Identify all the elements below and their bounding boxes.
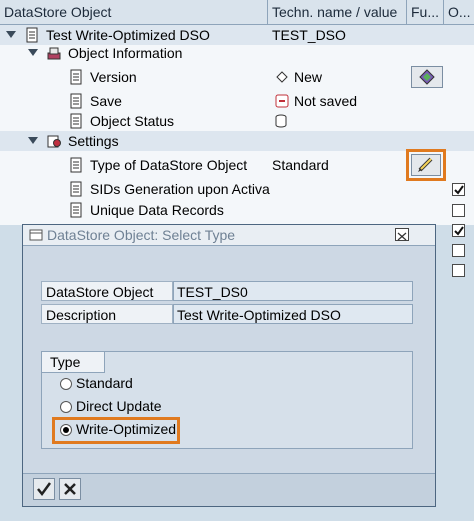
dialog-title: DataStore Object: Select Type (47, 227, 236, 243)
close-icon[interactable] (395, 228, 409, 241)
column-header-bar: DataStore Object Techn. name / value Fu.… (0, 0, 474, 25)
version-label: Version (90, 69, 137, 85)
document-icon (68, 157, 84, 173)
document-icon (68, 69, 84, 85)
column-header-o[interactable]: O... (444, 0, 474, 24)
tree-row-sids[interactable]: SIDs Generation upon Activati (0, 179, 474, 199)
object-tree: Test Write-Optimized DSO TEST_DSO Object… (0, 25, 474, 225)
dialog-window-icon (29, 228, 43, 245)
tree-row-type[interactable]: Type of DataStore Object Standard (0, 155, 474, 175)
tree-row-unique[interactable]: Unique Data Records (0, 200, 474, 220)
object-information-label: Object Information (68, 45, 183, 61)
dialog-title-bar: DataStore Object: Select Type (23, 225, 435, 246)
document-icon (68, 181, 84, 197)
checkbox-row-5[interactable] (452, 264, 465, 277)
confirm-button[interactable] (33, 478, 55, 500)
version-value: New (294, 69, 323, 85)
column-header-datastore-object[interactable]: DataStore Object (0, 0, 268, 24)
tree-row-save[interactable]: Save Not saved (0, 91, 474, 111)
radio-write-optimized-label[interactable]: Write-Optimized (76, 421, 176, 437)
dialog-footer (23, 473, 435, 506)
not-saved-icon (274, 93, 290, 109)
document-icon (68, 202, 84, 218)
cancel-x-icon (64, 483, 76, 495)
document-icon (24, 27, 40, 43)
object-field-label: DataStore Object (41, 281, 173, 301)
type-label: Type of DataStore Object (90, 157, 248, 173)
document-icon (68, 113, 84, 129)
object-info-icon (46, 45, 62, 61)
unique-label: Unique Data Records (90, 202, 224, 218)
diamond-icon (274, 69, 290, 85)
checkmark-icon (37, 482, 52, 497)
column-header-fu[interactable]: Fu... (407, 0, 444, 24)
select-type-dialog: DataStore Object: Select Type DataStore … (22, 224, 436, 507)
database-icon (273, 113, 289, 129)
settings-icon (46, 133, 62, 149)
radio-direct-update-label[interactable]: Direct Update (76, 398, 162, 414)
checkbox-row-3[interactable] (452, 224, 465, 237)
save-label: Save (90, 93, 122, 109)
expand-triangle-icon[interactable] (6, 31, 16, 38)
tree-row-object-information[interactable]: Object Information (0, 43, 474, 63)
tree-root-value: TEST_DSO (272, 27, 346, 43)
change-version-button[interactable] (411, 66, 443, 88)
description-field-value[interactable]: Test Write-Optimized DSO (173, 304, 413, 324)
expand-triangle-icon[interactable] (28, 137, 38, 144)
tree-row-version[interactable]: Version New (0, 67, 474, 87)
radio-standard[interactable] (60, 378, 72, 390)
type-group-label: Type (42, 352, 106, 373)
radio-standard-label[interactable]: Standard (76, 375, 133, 391)
radio-direct-update[interactable] (60, 401, 72, 413)
cancel-button[interactable] (59, 478, 81, 500)
tree-row-settings[interactable]: Settings (0, 131, 474, 151)
description-field-label: Description (41, 304, 173, 324)
radio-write-optimized[interactable] (60, 424, 72, 436)
column-header-techn-name[interactable]: Techn. name / value (268, 0, 407, 24)
pencil-icon (418, 157, 433, 172)
object-status-label: Object Status (90, 113, 175, 129)
checkbox-unique[interactable] (452, 204, 465, 217)
settings-label: Settings (68, 133, 119, 149)
type-value: Standard (272, 157, 329, 173)
edit-type-button[interactable] (411, 154, 441, 176)
tree-row-object-status[interactable]: Object Status (0, 111, 474, 131)
tree-row-root[interactable]: Test Write-Optimized DSO TEST_DSO (0, 25, 474, 45)
expand-triangle-icon[interactable] (28, 49, 38, 56)
sids-label: SIDs Generation upon Activati (90, 181, 270, 197)
document-icon (68, 93, 84, 109)
checkbox-sids[interactable] (452, 183, 465, 196)
object-field-value[interactable]: TEST_DS0 (173, 281, 413, 301)
version-function-icon (419, 69, 435, 85)
save-value: Not saved (294, 93, 358, 109)
checkbox-row-4[interactable] (452, 244, 465, 257)
tree-root-label: Test Write-Optimized DSO (46, 27, 210, 43)
type-group-box: Type Standard Direct Update Write-Optimi… (41, 351, 413, 449)
